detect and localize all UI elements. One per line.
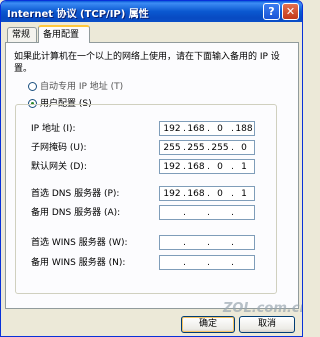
octet[interactable]: 0 <box>210 161 230 173</box>
radio-auto-private-ip-indicator[interactable] <box>28 82 37 91</box>
close-button[interactable]: ✕ <box>282 3 299 20</box>
octet[interactable]: 192 <box>162 123 182 135</box>
tab-general[interactable]: 常规 <box>7 27 37 42</box>
octet[interactable]: 1 <box>234 188 254 200</box>
octet[interactable]: 1 <box>234 161 254 173</box>
dot: . <box>183 238 186 248</box>
tab-alternate-config[interactable]: 备用配置 <box>38 25 90 43</box>
dot: . <box>231 238 234 248</box>
dot: . <box>231 258 234 268</box>
subnet-mask-label: 子网掩码 (U): <box>31 143 87 153</box>
octet[interactable]: 255 <box>162 142 182 154</box>
default-gateway-label: 默认网关 (D): <box>31 162 87 172</box>
octet[interactable]: 255 <box>210 142 230 154</box>
zol-watermark: ZOL.com.cn <box>223 301 303 316</box>
octet[interactable]: 168 <box>186 161 206 173</box>
preferred-dns-label: 首选 DNS 服务器 (P): <box>31 189 120 199</box>
octet[interactable]: 192 <box>162 188 182 200</box>
description-text: 如果此计算机在一个以上的网络上使用，请在下面输入备用的 IP 设置。 <box>14 52 280 74</box>
preferred-dns-input[interactable]: 192. 168. 0. 1 <box>159 186 255 201</box>
octet[interactable]: 0 <box>210 188 230 200</box>
dot: . <box>207 258 210 268</box>
octet[interactable]: 255 <box>186 142 206 154</box>
ip-address-input[interactable]: 192. 168. 0. 188 <box>159 121 255 136</box>
octet[interactable]: 168 <box>186 123 206 135</box>
octet[interactable]: 192 <box>162 161 182 173</box>
title-bar[interactable]: Internet 协议 (TCP/IP) 属性 ? ✕ <box>1 1 302 22</box>
dot: . <box>207 238 210 248</box>
default-gateway-input[interactable]: 192. 168. 0. 1 <box>159 159 255 174</box>
octet[interactable]: 188 <box>234 123 254 135</box>
alternate-dns-input[interactable]: . . . <box>159 205 255 220</box>
subnet-mask-input[interactable]: 255. 255. 255. 0 <box>159 140 255 155</box>
dot: . <box>207 208 210 218</box>
cancel-button[interactable]: 取消 <box>239 316 295 333</box>
preferred-wins-input[interactable]: . . . <box>159 235 255 250</box>
octet[interactable]: 0 <box>210 123 230 135</box>
help-button[interactable]: ? <box>263 3 280 20</box>
preferred-wins-label: 首选 WINS 服务器 (W): <box>31 238 128 248</box>
window-title: Internet 协议 (TCP/IP) 属性 <box>7 9 149 20</box>
radio-auto-private-ip-label: 自动专用 IP 地址 (T) <box>40 82 124 92</box>
tcpip-properties-dialog: Internet 协议 (TCP/IP) 属性 ? ✕ 常规 备用配置 如果此计… <box>0 0 303 337</box>
alternate-wins-label: 备用 WINS 服务器 (N): <box>31 258 126 268</box>
ip-address-label: IP 地址 (I): <box>31 124 76 134</box>
dot: . <box>231 208 234 218</box>
tab-strip: 常规 备用配置 <box>5 25 299 43</box>
alternate-dns-label: 备用 DNS 服务器 (A): <box>31 208 121 218</box>
ok-button[interactable]: 确定 <box>181 316 235 333</box>
dot: . <box>183 208 186 218</box>
octet[interactable]: 168 <box>186 188 206 200</box>
alternate-wins-input[interactable]: . . . <box>159 255 255 270</box>
dot: . <box>183 258 186 268</box>
octet[interactable]: 0 <box>234 142 254 154</box>
radio-auto-private-ip[interactable]: 自动专用 IP 地址 (T) <box>28 81 123 93</box>
